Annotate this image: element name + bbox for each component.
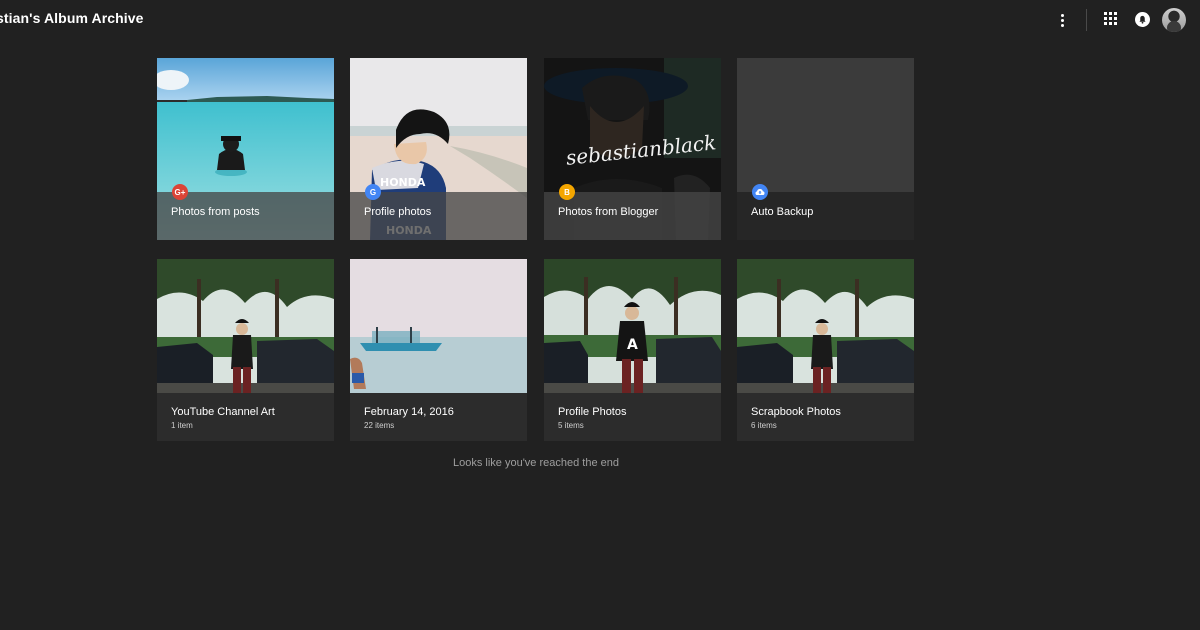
album-thumbnail [737,259,914,393]
album-caption: YouTube Channel Art 1 item [157,393,334,441]
blogger-icon: B [559,184,575,200]
album-card-profile-photos[interactable]: HONDA HONDA G Profile photos [350,58,527,240]
album-thumbnail [350,259,527,393]
album-item-count: 5 items [558,421,584,430]
svg-text:A: A [627,337,638,353]
google-plus-icon: G+ [172,184,188,200]
album-card-photos-from-blogger[interactable]: sebastianblack B Photos from Blogger [544,58,721,240]
album-title: Photos from posts [171,206,260,218]
toolbar-divider [1086,9,1087,31]
album-card-scrapbook-photos[interactable]: Scrapbook Photos 6 items [737,259,914,441]
album-item-count: 6 items [751,421,777,430]
album-title: Scrapbook Photos [751,406,841,418]
apps-grid-icon[interactable] [1104,12,1118,26]
page-title: stian's Album Archive [0,10,144,26]
album-title: Auto Backup [751,206,814,218]
notifications-icon[interactable] [1135,12,1150,27]
album-caption: Scrapbook Photos 6 items [737,393,914,441]
album-title: Photos from Blogger [558,206,659,218]
album-title: Profile Photos [558,406,627,418]
album-card-profile-photos-2[interactable]: A Profile Photos 5 items [544,259,721,441]
album-thumbnail: A [544,259,721,393]
album-caption: February 14, 2016 22 items [350,393,527,441]
album-caption: Profile Photos 5 items [544,393,721,441]
album-caption: G+ Photos from posts [157,184,334,240]
album-title: YouTube Channel Art [171,406,275,418]
more-vert-icon[interactable] [1054,11,1070,29]
cloud-upload-icon [752,184,768,200]
album-title: February 14, 2016 [364,406,454,418]
album-item-count: 1 item [171,421,193,430]
account-avatar[interactable] [1162,8,1186,32]
album-card-february-14-2016[interactable]: February 14, 2016 22 items [350,259,527,441]
album-item-count: 22 items [364,421,395,430]
top-app-bar: stian's Album Archive [0,0,1200,40]
google-icon: G [365,184,381,200]
end-of-list-message: Looks like you've reached the end [453,457,619,469]
album-card-auto-backup[interactable]: Auto Backup [737,58,914,240]
album-card-youtube-channel-art[interactable]: YouTube Channel Art 1 item [157,259,334,441]
album-caption: G Profile photos [350,184,527,240]
album-title: Profile photos [364,206,432,218]
album-card-photos-from-posts[interactable]: G+ Photos from posts [157,58,334,240]
svg-text:HONDA: HONDA [380,176,426,189]
album-thumbnail [157,259,334,393]
album-caption: B Photos from Blogger [544,184,721,240]
album-caption: Auto Backup [737,184,914,240]
